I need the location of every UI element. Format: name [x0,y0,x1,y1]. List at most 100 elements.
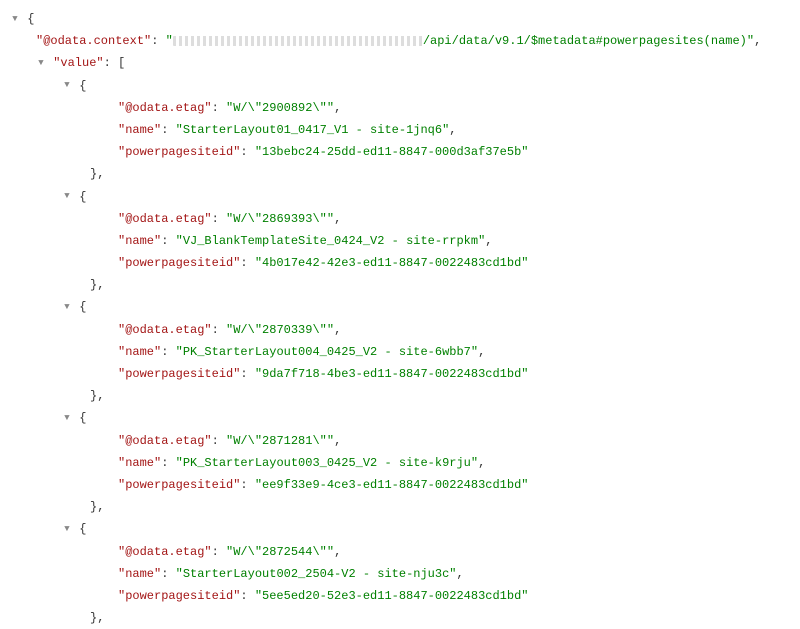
collapse-toggle-icon[interactable]: ▼ [62,410,72,427]
collapse-toggle-icon[interactable]: ▼ [62,188,72,205]
colon: : [212,101,226,115]
item-name-4: "name": "StarterLayout002_2504-V2 - site… [10,563,790,585]
object-open: { [79,411,86,425]
id-key: "powerpagesiteid" [118,256,240,270]
object-open: { [79,300,86,314]
context-line: "@odata.context": " /api/data/v9.1/$metad… [10,30,790,52]
colon: : [104,56,118,70]
etag-value: "W/\"2900892\"" [226,101,334,115]
comma: , [478,456,485,470]
item-open-2: ▼ { [10,296,790,318]
etag-key: "@odata.etag" [118,434,212,448]
colon: : [212,323,226,337]
name-value: "PK_StarterLayout003_0425_V2 - site-k9rj… [176,456,478,470]
colon: : [161,456,175,470]
colon: : [151,34,165,48]
colon: : [212,545,226,559]
name-value: "StarterLayout002_2504-V2 - site-nju3c" [176,567,457,581]
item-close-1: }, [10,274,790,296]
item-open-1: ▼ { [10,186,790,208]
collapse-toggle-icon[interactable]: ▼ [62,521,72,538]
item-name-1: "name": "VJ_BlankTemplateSite_0424_V2 - … [10,230,790,252]
comma: , [449,123,456,137]
id-value: "5ee5ed20-52e3-ed11-8847-0022483cd1bd" [255,589,529,603]
colon: : [240,256,254,270]
id-value: "9da7f718-4be3-ed11-8847-0022483cd1bd" [255,367,529,381]
item-id-1: "powerpagesiteid": "4b017e42-42e3-ed11-8… [10,252,790,274]
etag-value: "W/\"2869393\"" [226,212,334,226]
colon: : [161,567,175,581]
etag-key: "@odata.etag" [118,101,212,115]
item-open-3: ▼ { [10,407,790,429]
object-open: { [79,190,86,204]
id-value: "ee9f33e9-4ce3-ed11-8847-0022483cd1bd" [255,478,529,492]
etag-key: "@odata.etag" [118,212,212,226]
brace-open: { [27,12,34,26]
name-value: "PK_StarterLayout004_0425_V2 - site-6wbb… [176,345,478,359]
context-value: /api/data/v9.1/$metadata#powerpagesites(… [423,34,754,48]
object-close: } [90,611,97,625]
colon: : [212,434,226,448]
root-open: ▼ { [10,8,790,30]
value-open: ▼ "value": [ [10,52,790,74]
json-viewer: ▼ {"@odata.context": "/api/data/v9.1/$me… [10,8,790,629]
item-etag-4: "@odata.etag": "W/\"2872544\"", [10,541,790,563]
collapse-toggle-icon[interactable]: ▼ [36,55,46,72]
comma: , [97,278,104,292]
context-key: "@odata.context" [36,34,151,48]
name-value: "VJ_BlankTemplateSite_0424_V2 - site-rrp… [176,234,486,248]
name-key: "name" [118,456,161,470]
id-key: "powerpagesiteid" [118,145,240,159]
name-value: "StarterLayout01_0417_V1 - site-1jnq6" [176,123,450,137]
comma: , [97,500,104,514]
item-name-2: "name": "PK_StarterLayout004_0425_V2 - s… [10,341,790,363]
id-key: "powerpagesiteid" [118,367,240,381]
value-key: "value" [53,56,103,70]
etag-key: "@odata.etag" [118,545,212,559]
colon: : [161,345,175,359]
comma: , [97,167,104,181]
colon: : [161,123,175,137]
etag-value: "W/\"2870339\"" [226,323,334,337]
item-close-4: }, [10,607,790,629]
quote: " [166,34,173,48]
item-close-2: }, [10,385,790,407]
collapse-toggle-icon[interactable]: ▼ [10,11,20,28]
comma: , [334,212,341,226]
item-close-3: }, [10,496,790,518]
item-open-4: ▼ { [10,518,790,540]
name-key: "name" [118,234,161,248]
etag-value: "W/\"2872544\"" [226,545,334,559]
item-etag-2: "@odata.etag": "W/\"2870339\"", [10,319,790,341]
bracket-open: [ [118,56,125,70]
comma: , [334,101,341,115]
colon: : [240,589,254,603]
item-name-0: "name": "StarterLayout01_0417_V1 - site-… [10,119,790,141]
collapse-toggle-icon[interactable]: ▼ [62,299,72,316]
comma: , [456,567,463,581]
item-etag-0: "@odata.etag": "W/\"2900892\"", [10,97,790,119]
comma: , [334,545,341,559]
comma: , [754,34,761,48]
item-id-0: "powerpagesiteid": "13bebc24-25dd-ed11-8… [10,141,790,163]
colon: : [240,367,254,381]
colon: : [212,212,226,226]
id-key: "powerpagesiteid" [118,478,240,492]
item-etag-3: "@odata.etag": "W/\"2871281\"", [10,430,790,452]
comma: , [97,611,104,625]
comma: , [334,323,341,337]
object-open: { [79,79,86,93]
item-id-4: "powerpagesiteid": "5ee5ed20-52e3-ed11-8… [10,585,790,607]
object-open: { [79,522,86,536]
comma: , [97,389,104,403]
colon: : [240,478,254,492]
comma: , [478,345,485,359]
id-value: "4b017e42-42e3-ed11-8847-0022483cd1bd" [255,256,529,270]
etag-value: "W/\"2871281\"" [226,434,334,448]
id-value: "13bebc24-25dd-ed11-8847-000d3af37e5b" [255,145,529,159]
collapse-toggle-icon[interactable]: ▼ [62,77,72,94]
item-open-0: ▼ { [10,75,790,97]
name-key: "name" [118,345,161,359]
item-id-2: "powerpagesiteid": "9da7f718-4be3-ed11-8… [10,363,790,385]
item-id-3: "powerpagesiteid": "ee9f33e9-4ce3-ed11-8… [10,474,790,496]
